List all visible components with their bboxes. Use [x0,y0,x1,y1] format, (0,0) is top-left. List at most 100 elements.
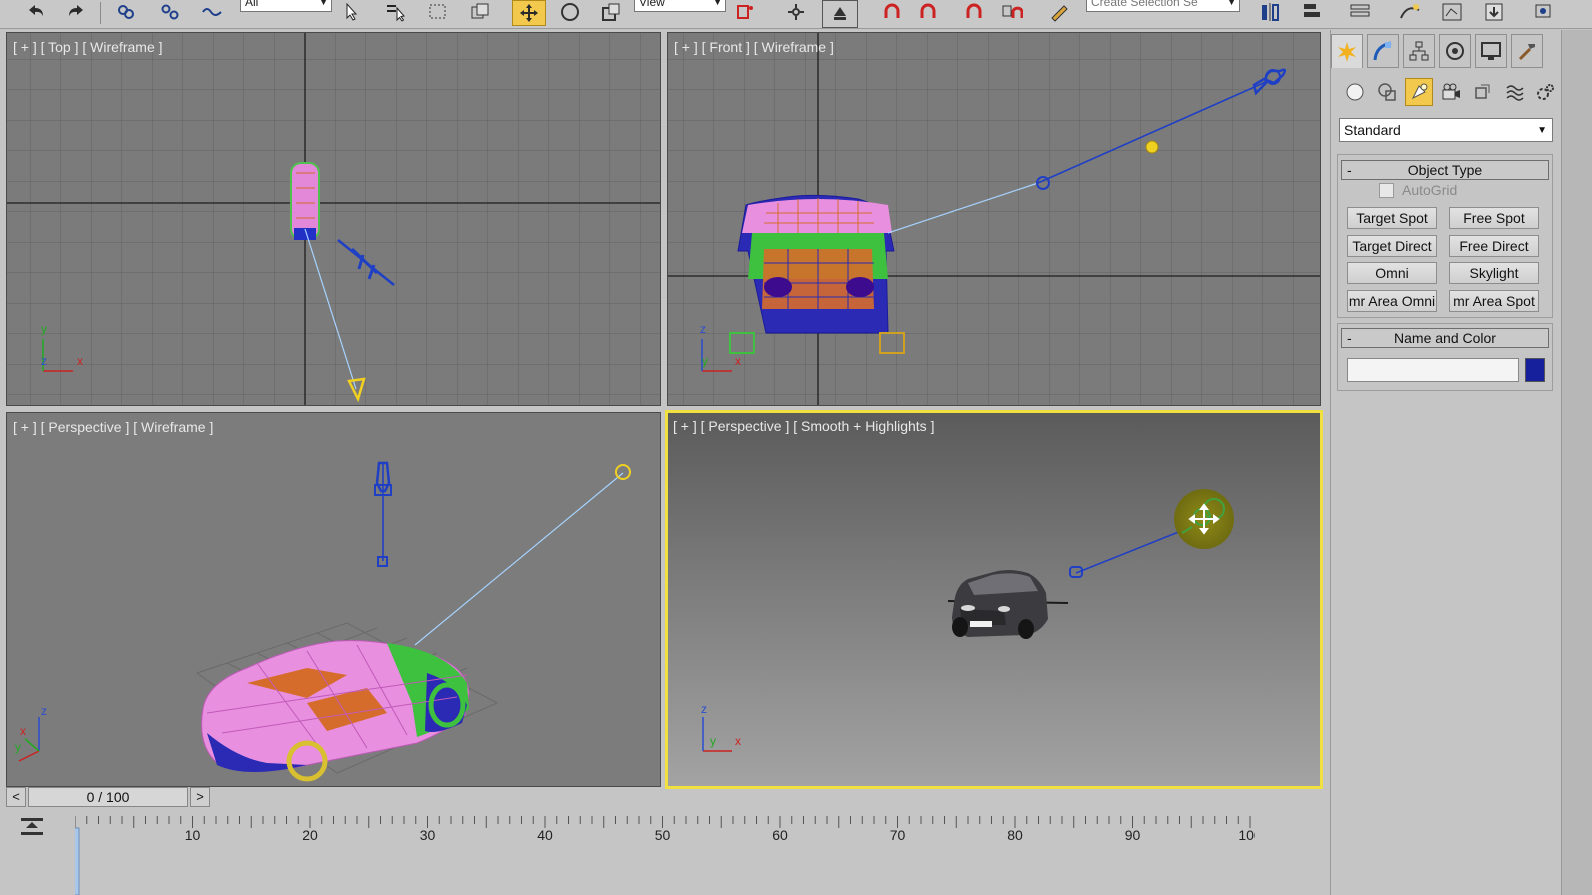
create-category-row [1331,78,1561,108]
chevron-down-icon: ▼ [319,0,328,7]
viewport-label[interactable]: [ + ] [ Perspective ] [ Smooth + Highlig… [673,418,934,434]
window-crossing-icon[interactable] [466,0,494,24]
object-type-rollout-header[interactable]: - Object Type [1341,160,1549,180]
align-icon[interactable] [1298,0,1326,24]
mirror-icon[interactable] [1256,0,1284,24]
autogrid-checkbox[interactable] [1379,182,1394,198]
selection-filter-value: All [245,0,259,9]
time-cursor[interactable] [75,827,80,895]
axis-x-label: x [77,354,83,368]
mini-curve-editor-icon[interactable] [20,816,46,838]
axis-y-label: y [702,354,708,368]
schematic-view-icon[interactable] [1438,0,1466,24]
mr-area-spot-button[interactable]: mr Area Spot [1449,290,1539,312]
collapse-icon: - [1347,162,1352,178]
link-icon[interactable] [112,0,140,24]
light-marker-icon[interactable] [1145,140,1159,154]
axis-y-label: y [15,740,21,754]
ruler-label: 30 [420,827,436,843]
spinner-snap-icon[interactable] [998,0,1026,24]
object-category-dropdown[interactable]: Standard ▼ [1339,118,1553,142]
geometry-category-icon[interactable] [1341,78,1369,106]
scale-tool-icon[interactable] [598,0,626,24]
snap-toggle-icon[interactable] [878,0,906,24]
redo-icon[interactable] [62,0,90,24]
percent-snap-icon[interactable] [960,0,988,24]
mr-area-omni-button[interactable]: mr Area Omni [1347,290,1437,312]
unlink-icon[interactable] [156,0,184,24]
axis-z-label: z [701,702,707,716]
viewport-perspective-shaded[interactable]: [ + ] [ Perspective ] [ Smooth + Highlig… [665,410,1323,789]
chevron-down-icon: ▼ [1227,0,1236,7]
motion-tab-icon[interactable] [1439,34,1471,68]
select-by-name-icon[interactable] [382,0,410,24]
shapes-category-icon[interactable] [1373,78,1401,106]
omni-button[interactable]: Omni [1347,262,1437,284]
helpers-category-icon[interactable] [1469,78,1497,106]
viewport-perspective-wireframe[interactable]: [ + ] [ Perspective ] [ Wireframe ] x z [6,412,661,787]
viewport-label[interactable]: [ + ] [ Front ] [ Wireframe ] [674,39,834,55]
named-selection-sets-dropdown[interactable]: Create Selection Se ▼ [1086,0,1240,12]
select-object-icon[interactable] [338,0,366,24]
move-tool-icon[interactable] [512,0,546,26]
ruler-label: 80 [1007,827,1023,843]
time-slider-prev-button[interactable]: < [6,787,26,807]
free-spot-button[interactable]: Free Spot [1449,207,1539,229]
undo-icon[interactable] [22,0,50,24]
display-tab-icon[interactable] [1475,34,1507,68]
skylight-button[interactable]: Skylight [1449,262,1539,284]
name-and-color-rollout-header[interactable]: - Name and Color [1341,328,1549,348]
create-tab-icon[interactable] [1331,34,1363,68]
category-value: Standard [1344,122,1401,138]
free-direct-button[interactable]: Free Direct [1449,235,1539,257]
time-slider-thumb[interactable]: 0 / 100 [28,787,188,807]
command-panel-scrollbar[interactable] [1561,30,1592,895]
chevron-down-icon: ▼ [1537,125,1547,136]
selection-filter-dropdown[interactable]: All ▼ [240,0,332,12]
viewport-front[interactable]: [ + ] [ Front ] [ Wireframe ] x z y [667,32,1321,406]
timeline-ruler[interactable]: 0102030405060708090100 [75,816,1255,895]
curve-editor-icon[interactable] [1396,0,1424,24]
axis-x-label: x [20,724,26,738]
systems-category-icon[interactable] [1531,78,1559,106]
rotate-tool-icon[interactable] [556,0,584,24]
keyboard-shortcut-override-icon[interactable] [822,0,858,28]
time-slider-next-button[interactable]: > [190,787,210,807]
target-spot-button[interactable]: Target Spot [1347,207,1437,229]
render-setup-icon[interactable] [1530,0,1558,24]
spacewarps-category-icon[interactable] [1501,78,1529,106]
viewport-top[interactable]: [ + ] [ Top ] [ Wireframe ] x y z [6,32,661,406]
ruler-label: 90 [1125,827,1141,843]
coord-system-value: View [639,0,665,9]
car-wireframe-top[interactable] [290,162,320,240]
perspective-shaded-scene: x z y [668,413,1320,786]
viewport-label[interactable]: [ + ] [ Top ] [ Wireframe ] [13,39,163,55]
pivot-center-icon[interactable] [732,0,760,24]
axis-z-label: z [41,354,47,368]
object-color-swatch[interactable] [1525,358,1545,382]
ruler-label: 60 [772,827,788,843]
target-direct-button[interactable]: Target Direct [1347,235,1437,257]
autogrid-label: AutoGrid [1402,182,1458,198]
bind-spacewarp-icon[interactable] [198,0,226,24]
collapse-icon: - [1347,330,1352,346]
object-name-field[interactable] [1347,358,1519,382]
reference-coordinate-dropdown[interactable]: View ▼ [634,0,726,12]
viewport-label[interactable]: [ + ] [ Perspective ] [ Wireframe ] [13,419,213,435]
modify-tab-icon[interactable] [1367,34,1399,68]
ruler-label: 10 [185,827,201,843]
ruler-label: 70 [890,827,906,843]
lights-category-icon[interactable] [1405,78,1433,106]
edit-named-selection-icon[interactable] [1046,0,1074,24]
ruler-label: 50 [655,827,671,843]
hierarchy-tab-icon[interactable] [1403,34,1435,68]
rectangular-selection-icon[interactable] [424,0,452,24]
select-manipulate-icon[interactable] [782,0,810,24]
layer-manager-icon[interactable] [1346,0,1374,24]
angle-snap-icon[interactable] [914,0,942,24]
utilities-tab-icon[interactable] [1511,34,1543,68]
autogrid-checkbox-row[interactable]: AutoGrid [1379,182,1457,198]
axis-x-label: x [735,734,741,748]
cameras-category-icon[interactable] [1437,78,1465,106]
material-editor-icon[interactable] [1480,0,1508,24]
